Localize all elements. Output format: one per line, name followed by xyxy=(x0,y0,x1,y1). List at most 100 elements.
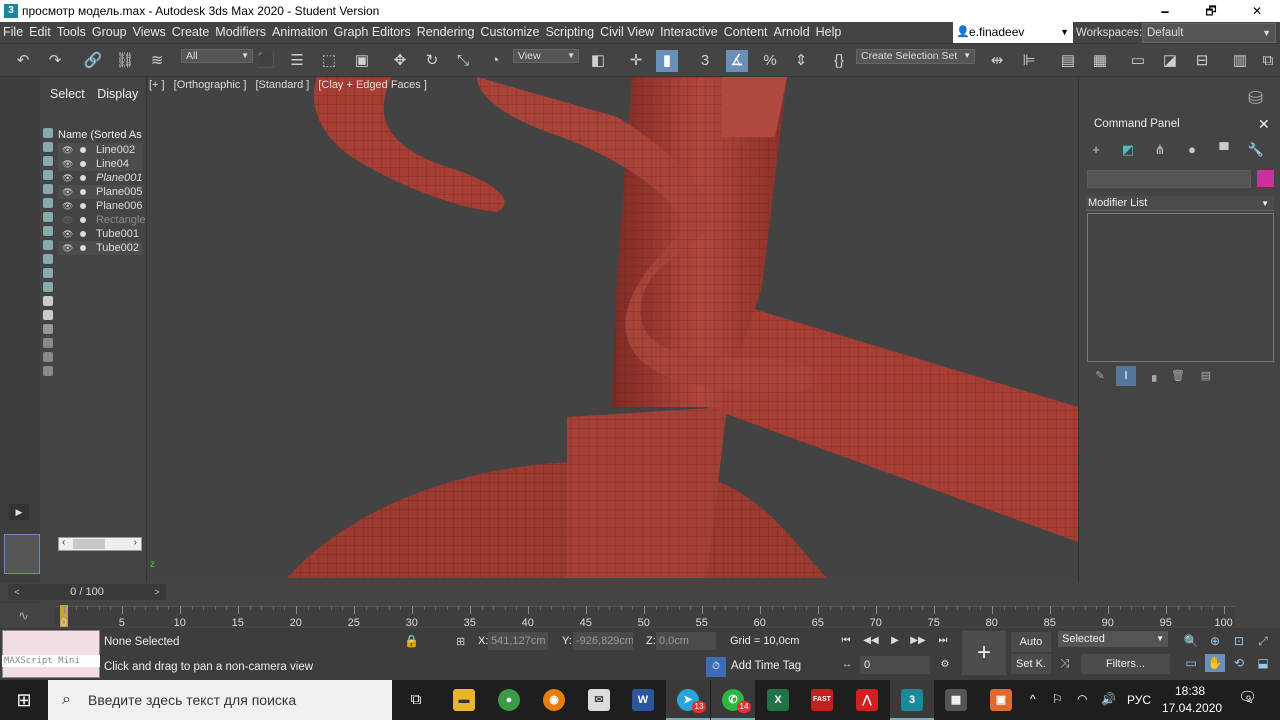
angle-snap-icon[interactable]: ∡ xyxy=(726,50,748,72)
visibility-eye-icon[interactable]: 👁 xyxy=(62,185,73,199)
menu-arnold[interactable]: Arnold xyxy=(771,25,813,39)
menu-views[interactable]: Views xyxy=(130,25,169,39)
next-frame-arrow-icon[interactable]: > xyxy=(148,584,166,600)
render-setup-icon[interactable]: ⧉ xyxy=(1259,50,1277,72)
viewport-pov-menu[interactable]: [Orthographic ] xyxy=(174,79,247,91)
field-of-view-icon[interactable]: ▭ xyxy=(1181,654,1201,672)
object-row-tube002[interactable]: 👁 Tube002 xyxy=(58,241,142,255)
select-manipulate-icon[interactable]: ✛ xyxy=(625,50,647,72)
zoom-icon[interactable]: 🔍 xyxy=(1181,632,1201,650)
orbit-icon[interactable]: ⟲ xyxy=(1229,654,1249,672)
ribbon-icon[interactable]: ▭ xyxy=(1127,50,1149,72)
schematic-view-icon[interactable]: ⊟ xyxy=(1191,50,1213,72)
explorer-horizontal-scrollbar[interactable]: ‹ › xyxy=(58,537,142,551)
scroll-left-icon[interactable]: ‹ xyxy=(62,537,65,548)
camera-filter-icon[interactable] xyxy=(43,170,53,180)
object-row-plane006[interactable]: 👁 Plane006 xyxy=(58,199,143,213)
mirror-icon[interactable]: ⇹ xyxy=(986,50,1008,72)
configure-modifier-sets-icon[interactable]: ▤ xyxy=(1196,366,1216,386)
visibility-eye-icon[interactable]: 👁 xyxy=(62,241,73,255)
previous-frame-icon[interactable]: ◀◀ xyxy=(860,632,882,650)
redo-icon[interactable]: ↷ xyxy=(44,50,66,72)
sort-icon[interactable] xyxy=(43,338,53,348)
mini-curve-editor-icon[interactable]: ∿ xyxy=(18,608,29,624)
set-key-button[interactable]: Set K. xyxy=(1011,654,1051,674)
play-icon[interactable]: ▶ xyxy=(884,632,906,650)
spacewarp-filter-icon[interactable] xyxy=(43,198,53,208)
find-icon[interactable] xyxy=(43,366,53,376)
make-unique-icon[interactable]: ▗ xyxy=(1142,366,1162,386)
menu-help[interactable]: Help xyxy=(813,25,845,39)
hidden-eye-icon[interactable]: 👁 xyxy=(62,213,73,227)
auto-key-button[interactable]: Auto xyxy=(1011,632,1051,652)
y-coordinate-field[interactable]: -926,829cm xyxy=(573,632,633,650)
motion-tab-icon[interactable]: ● xyxy=(1182,141,1202,159)
object-row-plane001[interactable]: 👁 Plane001 xyxy=(58,171,143,185)
freeze-dot-icon[interactable] xyxy=(80,147,86,153)
scale-icon[interactable]: ⤡ xyxy=(452,50,474,72)
menu-edit[interactable]: Edit xyxy=(26,25,54,39)
visibility-eye-icon[interactable]: 👁 xyxy=(62,199,73,213)
user-account-dropdown[interactable]: 👤 e.finadeev ▼ xyxy=(953,22,1073,43)
select-object-icon[interactable]: ⬛ xyxy=(255,50,277,72)
modifier-list-dropdown[interactable]: Modifier List ▼ xyxy=(1086,196,1274,211)
undo-icon[interactable]: ↶ xyxy=(12,50,34,72)
expand-arrow-icon[interactable]: ▶ xyxy=(9,504,29,520)
layer-preview-thumbnail[interactable] xyxy=(4,534,40,574)
object-row-plane005[interactable]: 👁 Plane005 xyxy=(58,185,143,199)
menu-create[interactable]: Create xyxy=(169,25,213,39)
viewcube-home-icon[interactable]: ⛁ xyxy=(1248,88,1274,110)
key-mode-toggle-icon[interactable]: ↔ xyxy=(836,656,858,674)
telegram-icon[interactable]: ➤ 13 xyxy=(666,680,710,720)
scroll-right-icon[interactable]: › xyxy=(134,537,137,548)
filter-icon[interactable] xyxy=(43,352,53,362)
remove-modifier-icon[interactable]: 🗑 xyxy=(1168,366,1188,386)
object-row-rectangle[interactable]: 👁 Rectangle xyxy=(58,213,146,227)
wifi-icon[interactable]: ◠ xyxy=(1077,692,1087,706)
tab-select[interactable]: Select xyxy=(50,87,85,101)
freeze-dot-icon[interactable] xyxy=(80,231,86,237)
zoom-extents-icon[interactable]: ⊡ xyxy=(1229,632,1249,650)
geometry-filter-icon[interactable] xyxy=(43,128,53,138)
selection-lock-icon[interactable]: 🔒 xyxy=(404,634,419,648)
object-row-line04[interactable]: 👁 Line04 xyxy=(58,157,142,171)
utilities-tab-icon[interactable]: 🔧 xyxy=(1246,141,1266,159)
go-to-start-icon[interactable]: ⏮ xyxy=(835,632,857,650)
edit-named-selection-icon[interactable]: {} xyxy=(828,50,850,72)
workspaces-dropdown[interactable]: Default ▼ xyxy=(1142,23,1276,43)
chrome-icon[interactable]: ● xyxy=(487,680,531,720)
menu-interactive[interactable]: Interactive xyxy=(657,25,721,39)
freeze-dot-icon[interactable] xyxy=(80,217,86,223)
scene-explorer-toggle-icon[interactable]: ▤ xyxy=(1057,50,1079,72)
spinner-snap-icon[interactable]: ⇕ xyxy=(790,50,812,72)
time-configuration-icon[interactable]: ⚙ xyxy=(934,656,956,674)
move-icon[interactable]: ✥ xyxy=(389,50,411,72)
invert-display-icon[interactable] xyxy=(43,324,53,334)
time-tag-icon[interactable]: ⏱ xyxy=(706,657,726,677)
xref-filter-icon[interactable] xyxy=(43,226,53,236)
calculator-icon[interactable]: ▦ xyxy=(934,680,978,720)
modify-tab-icon[interactable]: ◩ xyxy=(1118,141,1138,159)
clock[interactable]: 18:38 17.04.2020 xyxy=(1162,683,1222,717)
menu-modifiers[interactable]: Modifiers xyxy=(212,25,269,39)
place-icon[interactable]: ◔ xyxy=(484,50,506,72)
pivot-center-icon[interactable]: ◧ xyxy=(587,50,609,72)
current-frame-field[interactable]: 0 xyxy=(860,656,930,674)
tab-display[interactable]: Display xyxy=(97,87,138,101)
scrollbar-thumb[interactable] xyxy=(73,539,105,549)
helper-filter-icon[interactable] xyxy=(43,184,53,194)
object-row-tube001[interactable]: 👁 Tube001 xyxy=(58,227,142,241)
object-row-line002[interactable]: 👁 Line002 xyxy=(58,143,142,157)
menu-content[interactable]: Content xyxy=(721,25,771,39)
taskbar-search-box[interactable]: ⌕ Введите здесь текст для поиска xyxy=(48,680,392,720)
snaps-toggle-icon[interactable]: 3 xyxy=(694,50,716,72)
freeze-dot-icon[interactable] xyxy=(80,161,86,167)
pan-hand-icon[interactable]: ✋ xyxy=(1205,654,1225,672)
maxscript-listener[interactable] xyxy=(2,630,100,678)
add-time-tag-button[interactable]: Add Time Tag xyxy=(731,660,801,672)
z-coordinate-field[interactable]: 0,0cm xyxy=(656,632,716,650)
key-tangent-icon[interactable]: ⤨ xyxy=(1060,656,1070,671)
rotate-icon[interactable]: ↻ xyxy=(421,50,443,72)
object-color-swatch[interactable] xyxy=(1257,170,1274,187)
hidden-filter-icon[interactable] xyxy=(43,282,53,292)
